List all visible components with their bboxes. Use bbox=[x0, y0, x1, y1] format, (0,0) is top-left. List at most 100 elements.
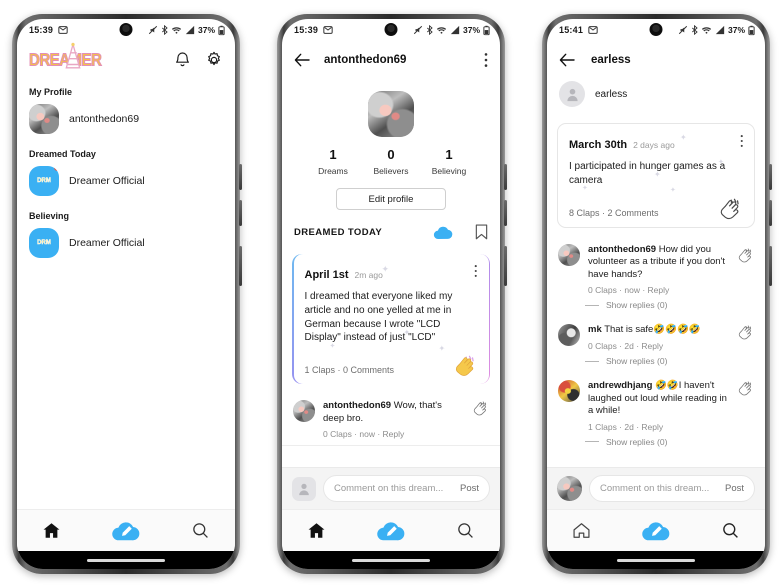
status-bar: 15:39 37% bbox=[17, 19, 235, 41]
clap-icon bbox=[738, 381, 752, 396]
clap-button[interactable] bbox=[453, 355, 478, 377]
dream-card[interactable]: ✦ ✦ ✦ ✦ ✦ March 30th 2 days ago I partic… bbox=[557, 123, 755, 228]
phone-screen-home: 15:39 37% DREAMER My Profile antonthedon… bbox=[17, 19, 235, 569]
comment-clap-button[interactable] bbox=[737, 381, 754, 396]
comment-meta: 0 Claps · now · Reply bbox=[588, 285, 670, 296]
power-button[interactable] bbox=[239, 246, 242, 286]
list-item-label: Dreamer Official bbox=[69, 237, 145, 249]
unread-badge bbox=[54, 166, 59, 171]
show-replies-label: Show replies (0) bbox=[606, 436, 668, 447]
messages-icon bbox=[588, 25, 598, 35]
dream-author-name: earless bbox=[595, 88, 628, 100]
signal-icon bbox=[450, 25, 460, 35]
comment-author: antonthedon69 bbox=[588, 243, 657, 255]
show-replies-button[interactable]: Show replies (0) bbox=[547, 353, 765, 372]
search-icon bbox=[458, 523, 473, 538]
volume-up-button[interactable] bbox=[769, 164, 772, 190]
dream-detail-body: earless ✦ ✦ ✦ ✦ ✦ March 30th 2 days ago bbox=[547, 79, 765, 467]
status-bar: 15:41 37% bbox=[547, 19, 765, 41]
comment-input-placeholder: Comment on this dream... bbox=[600, 483, 710, 494]
back-button[interactable] bbox=[294, 53, 310, 67]
post-comment-button[interactable]: Post bbox=[460, 483, 479, 494]
list-item-believing[interactable]: DRM Dreamer Official bbox=[17, 225, 235, 265]
stat-believing[interactable]: 1 Believing bbox=[420, 147, 478, 176]
show-replies-button[interactable]: Show replies (0) bbox=[547, 434, 765, 453]
avatar bbox=[557, 476, 582, 501]
show-replies-button[interactable]: Show replies (0) bbox=[547, 297, 765, 316]
comment-input[interactable]: Comment on this dream... Post bbox=[323, 475, 490, 502]
battery-icon bbox=[483, 25, 490, 35]
nav-home-button[interactable] bbox=[307, 521, 326, 540]
comment-clap-button[interactable] bbox=[737, 248, 754, 263]
dream-meta: 8 Claps · 2 Comments bbox=[569, 207, 659, 218]
gesture-bar[interactable] bbox=[617, 558, 695, 562]
dream-timestamp: 2 days ago bbox=[633, 140, 675, 150]
clap-icon bbox=[720, 198, 739, 219]
camera-punch-hole bbox=[649, 23, 663, 36]
volume-up-button[interactable] bbox=[239, 164, 242, 190]
back-button[interactable] bbox=[559, 53, 575, 67]
overflow-menu-button[interactable] bbox=[484, 52, 488, 68]
status-time: 15:41 bbox=[559, 25, 584, 35]
dreamer-logo[interactable]: DREAMER bbox=[29, 42, 115, 75]
comment-item[interactable]: andrewdhjang 🤣🤣I haven't laughed out lou… bbox=[547, 372, 765, 434]
nav-home-button[interactable] bbox=[572, 521, 591, 540]
cloud-filter-button[interactable] bbox=[433, 225, 453, 240]
clap-button[interactable] bbox=[718, 198, 743, 220]
comment-body: andrewdhjang 🤣🤣I haven't laughed out lou… bbox=[588, 380, 729, 418]
volume-down-button[interactable] bbox=[504, 200, 507, 226]
home-body: My Profile antonthedon69 Dreamed Today D… bbox=[17, 79, 235, 509]
comment-meta: 1 Claps · 2d · Reply bbox=[588, 421, 664, 432]
search-icon bbox=[722, 523, 738, 538]
status-bar: 15:39 37% bbox=[282, 19, 500, 41]
list-item-dreamed-today[interactable]: DRM Dreamer Official bbox=[17, 163, 235, 203]
nav-compose-button[interactable] bbox=[376, 520, 405, 542]
comment-clap-button[interactable] bbox=[737, 325, 754, 340]
clap-icon bbox=[738, 325, 752, 340]
dream-author-row[interactable]: earless bbox=[547, 79, 765, 115]
cloud-pencil-icon bbox=[112, 521, 140, 540]
bookmark-icon bbox=[475, 224, 488, 240]
gear-icon bbox=[208, 51, 220, 66]
nav-search-button[interactable] bbox=[721, 521, 740, 540]
profile-avatar[interactable] bbox=[368, 91, 414, 137]
nav-search-button[interactable] bbox=[191, 521, 210, 540]
page-title: antonthedon69 bbox=[324, 54, 407, 66]
comment-item[interactable]: mk That is safe🤣🤣🤣🤣 0 Claps · 2d · Reply bbox=[547, 316, 765, 353]
settings-button[interactable] bbox=[205, 51, 223, 69]
battery-icon bbox=[218, 25, 225, 35]
stat-believers[interactable]: 0 Believers bbox=[362, 147, 420, 176]
avatar bbox=[558, 380, 580, 403]
gesture-bar[interactable] bbox=[352, 558, 430, 562]
search-icon bbox=[193, 523, 208, 538]
bookmark-filter-button[interactable] bbox=[475, 224, 488, 240]
dash-icon bbox=[585, 360, 599, 362]
comment-item[interactable]: antonthedon69 How did you volunteer as a… bbox=[547, 236, 765, 298]
dream-text: I dreamed that everyone liked my article… bbox=[304, 291, 453, 344]
dream-menu-button[interactable] bbox=[740, 134, 744, 148]
volume-up-button[interactable] bbox=[504, 164, 507, 190]
dream-menu-button[interactable] bbox=[474, 264, 478, 278]
comment-input[interactable]: Comment on this dream... Post bbox=[589, 475, 755, 502]
nav-search-button[interactable] bbox=[456, 521, 475, 540]
comment-clap-button[interactable] bbox=[472, 401, 489, 416]
comment-item[interactable]: antonthedon69 Wow, that's deep bro. 0 Cl… bbox=[282, 392, 500, 441]
power-button[interactable] bbox=[769, 246, 772, 286]
stat-dreams[interactable]: 1 Dreams bbox=[304, 147, 362, 176]
power-button[interactable] bbox=[504, 246, 507, 286]
profile-body: 1 Dreams 0 Believers 1 Believing Edit pr… bbox=[282, 79, 500, 467]
volume-down-button[interactable] bbox=[239, 200, 242, 226]
post-comment-button[interactable]: Post bbox=[725, 483, 744, 494]
nav-compose-button[interactable] bbox=[111, 520, 140, 542]
nav-home-button[interactable] bbox=[42, 521, 61, 540]
edit-profile-button[interactable]: Edit profile bbox=[336, 188, 446, 210]
list-item-my-profile[interactable]: antonthedon69 bbox=[17, 101, 235, 141]
avatar bbox=[292, 476, 316, 501]
notifications-bell-button[interactable] bbox=[174, 51, 191, 69]
nav-compose-button[interactable] bbox=[641, 520, 670, 542]
dream-card[interactable]: ✦ ✦ ✦ ✦ April 1st 2m ago I dreamed that … bbox=[292, 254, 490, 385]
bluetooth-icon bbox=[162, 25, 168, 35]
gesture-bar[interactable] bbox=[87, 558, 165, 562]
volume-down-button[interactable] bbox=[769, 200, 772, 226]
mute-icon bbox=[148, 25, 158, 35]
